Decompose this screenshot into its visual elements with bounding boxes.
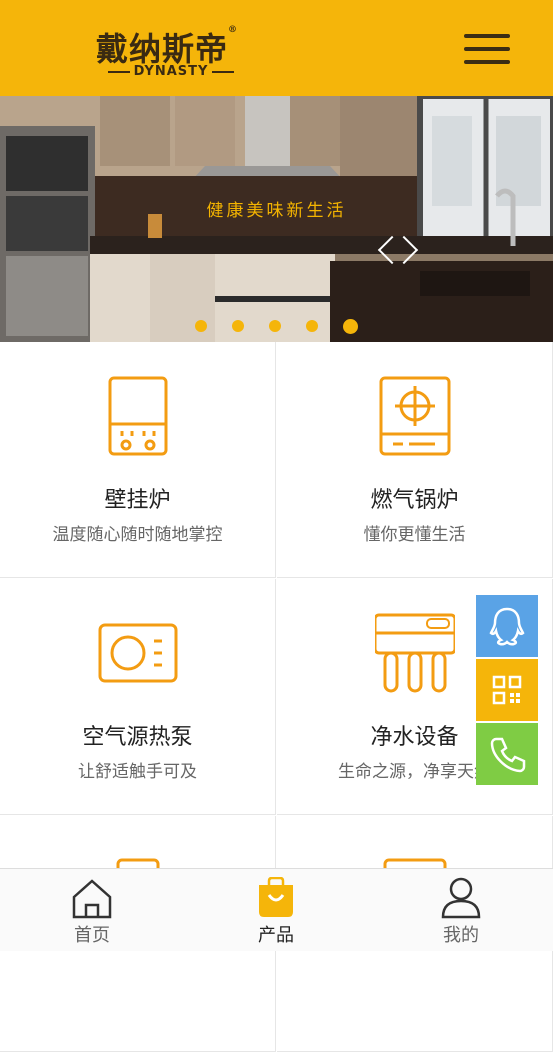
qr-code-button[interactable]	[476, 659, 538, 721]
nav-home[interactable]: 首页	[27, 869, 157, 949]
heat-pump-icon	[98, 623, 178, 683]
banner-dot-3[interactable]	[269, 320, 281, 332]
qr-code-icon	[492, 675, 522, 705]
qq-contact-button[interactable]	[476, 595, 538, 657]
product-card-heat-pump[interactable]: 空气源热泵 让舒适触手可及	[0, 579, 276, 815]
nav-label: 首页	[74, 925, 110, 946]
banner-dot-2[interactable]	[232, 320, 244, 332]
shopping-bag-icon	[259, 877, 293, 917]
product-title: 空气源热泵	[82, 725, 193, 750]
home-icon	[72, 879, 112, 919]
phone-contact-button[interactable]	[476, 723, 538, 785]
banner-slogan: 健康美味新生活	[206, 201, 347, 221]
product-title: 壁挂炉	[104, 488, 171, 513]
nav-profile[interactable]: 我的	[396, 869, 526, 949]
water-purifier-icon	[375, 613, 455, 693]
product-desc: 让舒适触手可及	[78, 762, 197, 782]
wall-boiler-icon	[108, 376, 168, 456]
hero-banner[interactable]: 健康美味新生活	[0, 96, 553, 342]
product-card-wall-boiler[interactable]: 壁挂炉 温度随心随时随地掌控	[0, 342, 276, 578]
hamburger-menu-icon[interactable]	[460, 32, 512, 66]
phone-icon	[490, 737, 526, 773]
nav-label: 产品	[258, 925, 294, 946]
bottom-navigation: 首页 产品 我的	[0, 868, 553, 951]
brand-logo[interactable]: 戴纳斯帝® DYNASTY	[96, 24, 246, 82]
top-header: 戴纳斯帝® DYNASTY	[0, 0, 553, 96]
product-card-gas-boiler[interactable]: 燃气锅炉 懂你更懂生活	[277, 342, 553, 578]
product-desc: 温度随心随时随地掌控	[52, 525, 223, 545]
nav-products[interactable]: 产品	[211, 869, 341, 949]
product-title: 燃气锅炉	[370, 488, 459, 513]
banner-dot-5[interactable]	[343, 319, 358, 334]
banner-pagination	[195, 319, 365, 334]
qq-icon	[489, 607, 525, 646]
banner-dot-1[interactable]	[195, 320, 207, 332]
product-desc: 懂你更懂生活	[363, 525, 466, 545]
user-icon	[441, 877, 481, 919]
gas-boiler-icon	[379, 376, 451, 456]
logo-english-name: DYNASTY	[96, 64, 246, 79]
nav-label: 我的	[443, 925, 479, 946]
banner-dot-4[interactable]	[306, 320, 318, 332]
